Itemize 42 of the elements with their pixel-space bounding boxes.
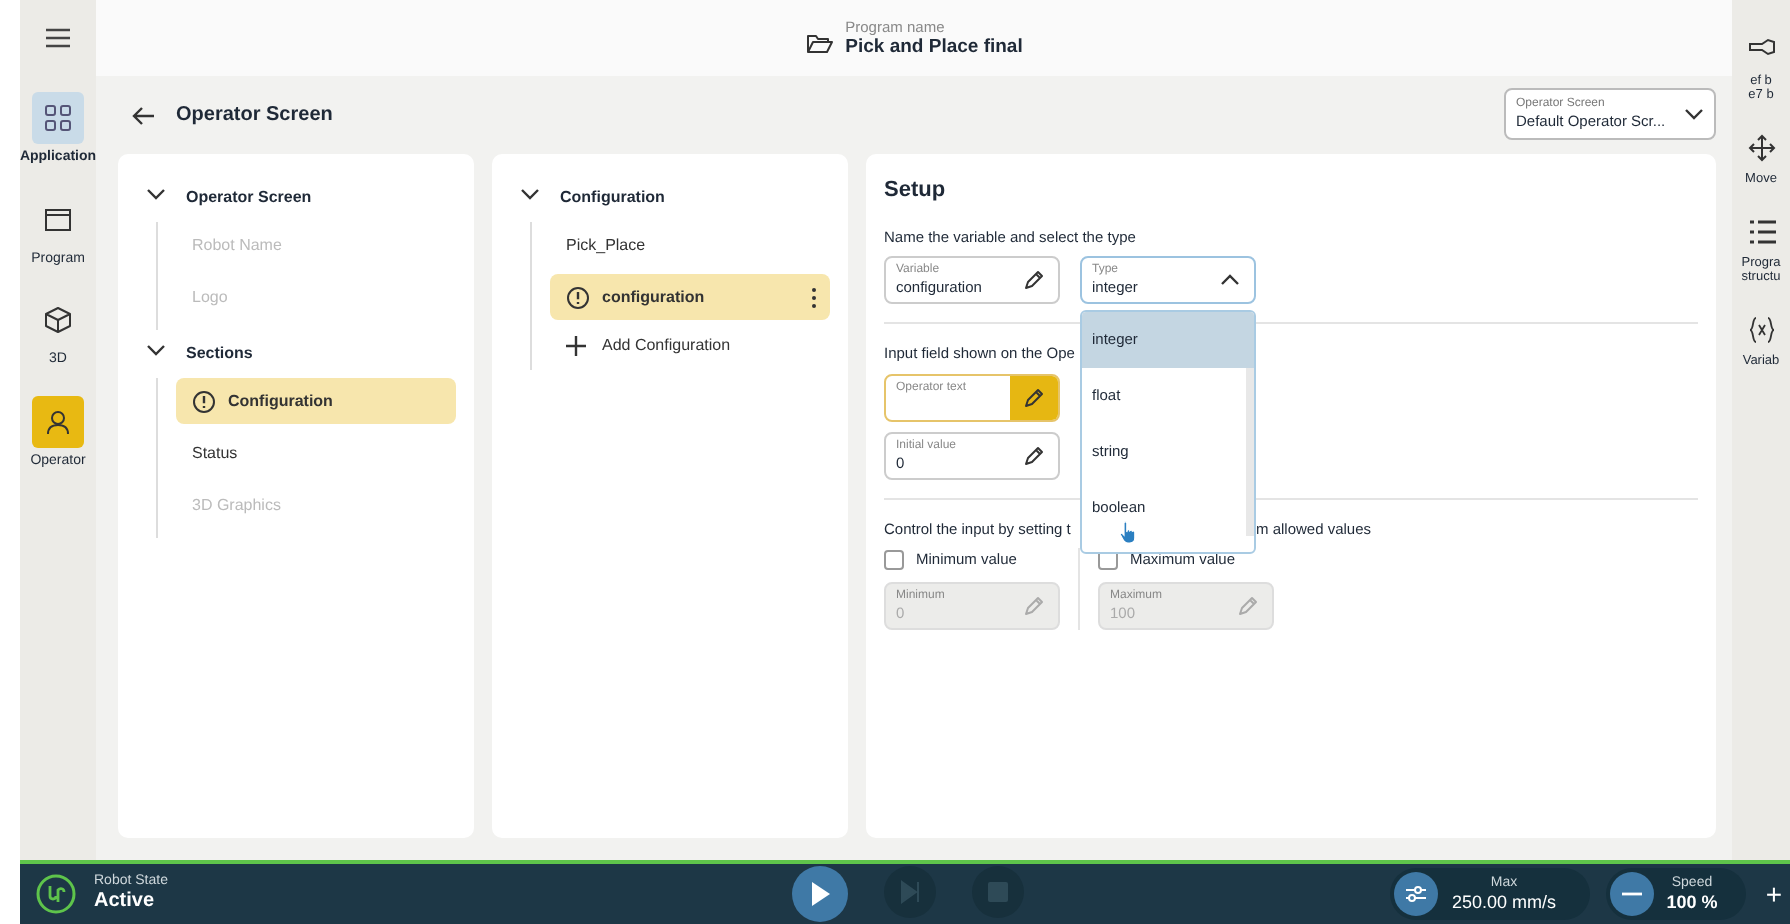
pencil-icon <box>1022 267 1046 292</box>
chevron-up-icon <box>1220 273 1240 286</box>
warning-icon <box>192 389 216 413</box>
pencil-icon <box>1022 386 1046 410</box>
grid-icon <box>44 104 72 132</box>
play-icon <box>810 882 830 906</box>
robot-logo-icon <box>36 874 76 914</box>
minus-icon <box>1622 892 1642 896</box>
plus-icon <box>566 336 586 356</box>
increase-speed-button[interactable]: + <box>1762 880 1786 908</box>
program-name: Pick and Place final <box>845 35 1023 59</box>
tree-item[interactable]: Pick_Place <box>550 222 830 268</box>
add-configuration-button[interactable]: Add Configuration <box>550 326 731 366</box>
window-icon <box>44 205 72 233</box>
tree-item[interactable]: Configuration <box>176 378 456 424</box>
hand-cursor-icon <box>1118 519 1138 544</box>
step-icon <box>900 880 920 904</box>
play-button[interactable] <box>792 866 848 922</box>
variable-icon <box>1747 316 1775 344</box>
list-icon <box>1747 218 1775 246</box>
pencil-icon <box>1022 593 1046 617</box>
tree-group[interactable]: Operator Screen <box>146 182 456 214</box>
pencil-icon <box>1022 444 1046 468</box>
more-icon[interactable] <box>810 285 818 309</box>
pencil-icon <box>1236 593 1260 617</box>
person-icon <box>44 407 72 435</box>
tree-item[interactable]: configuration <box>550 274 830 320</box>
sliders-icon <box>1404 884 1428 904</box>
tree-group[interactable]: Sections <box>146 338 456 370</box>
setup-title: Setup <box>884 176 948 206</box>
stop-icon <box>988 882 1008 902</box>
chevron-down-icon <box>1684 108 1704 120</box>
back-arrow-icon[interactable] <box>132 105 156 125</box>
warning-icon <box>566 285 590 309</box>
tree-item[interactable]: Status <box>176 430 456 476</box>
tree-group[interactable]: Configuration <box>520 182 830 214</box>
page-title: Operator Screen <box>176 101 333 129</box>
robot-state-value: Active <box>94 890 157 914</box>
folder-icon <box>805 31 834 53</box>
move-icon <box>1747 134 1775 162</box>
cube-icon <box>44 306 72 334</box>
menu-icon[interactable] <box>46 28 70 48</box>
